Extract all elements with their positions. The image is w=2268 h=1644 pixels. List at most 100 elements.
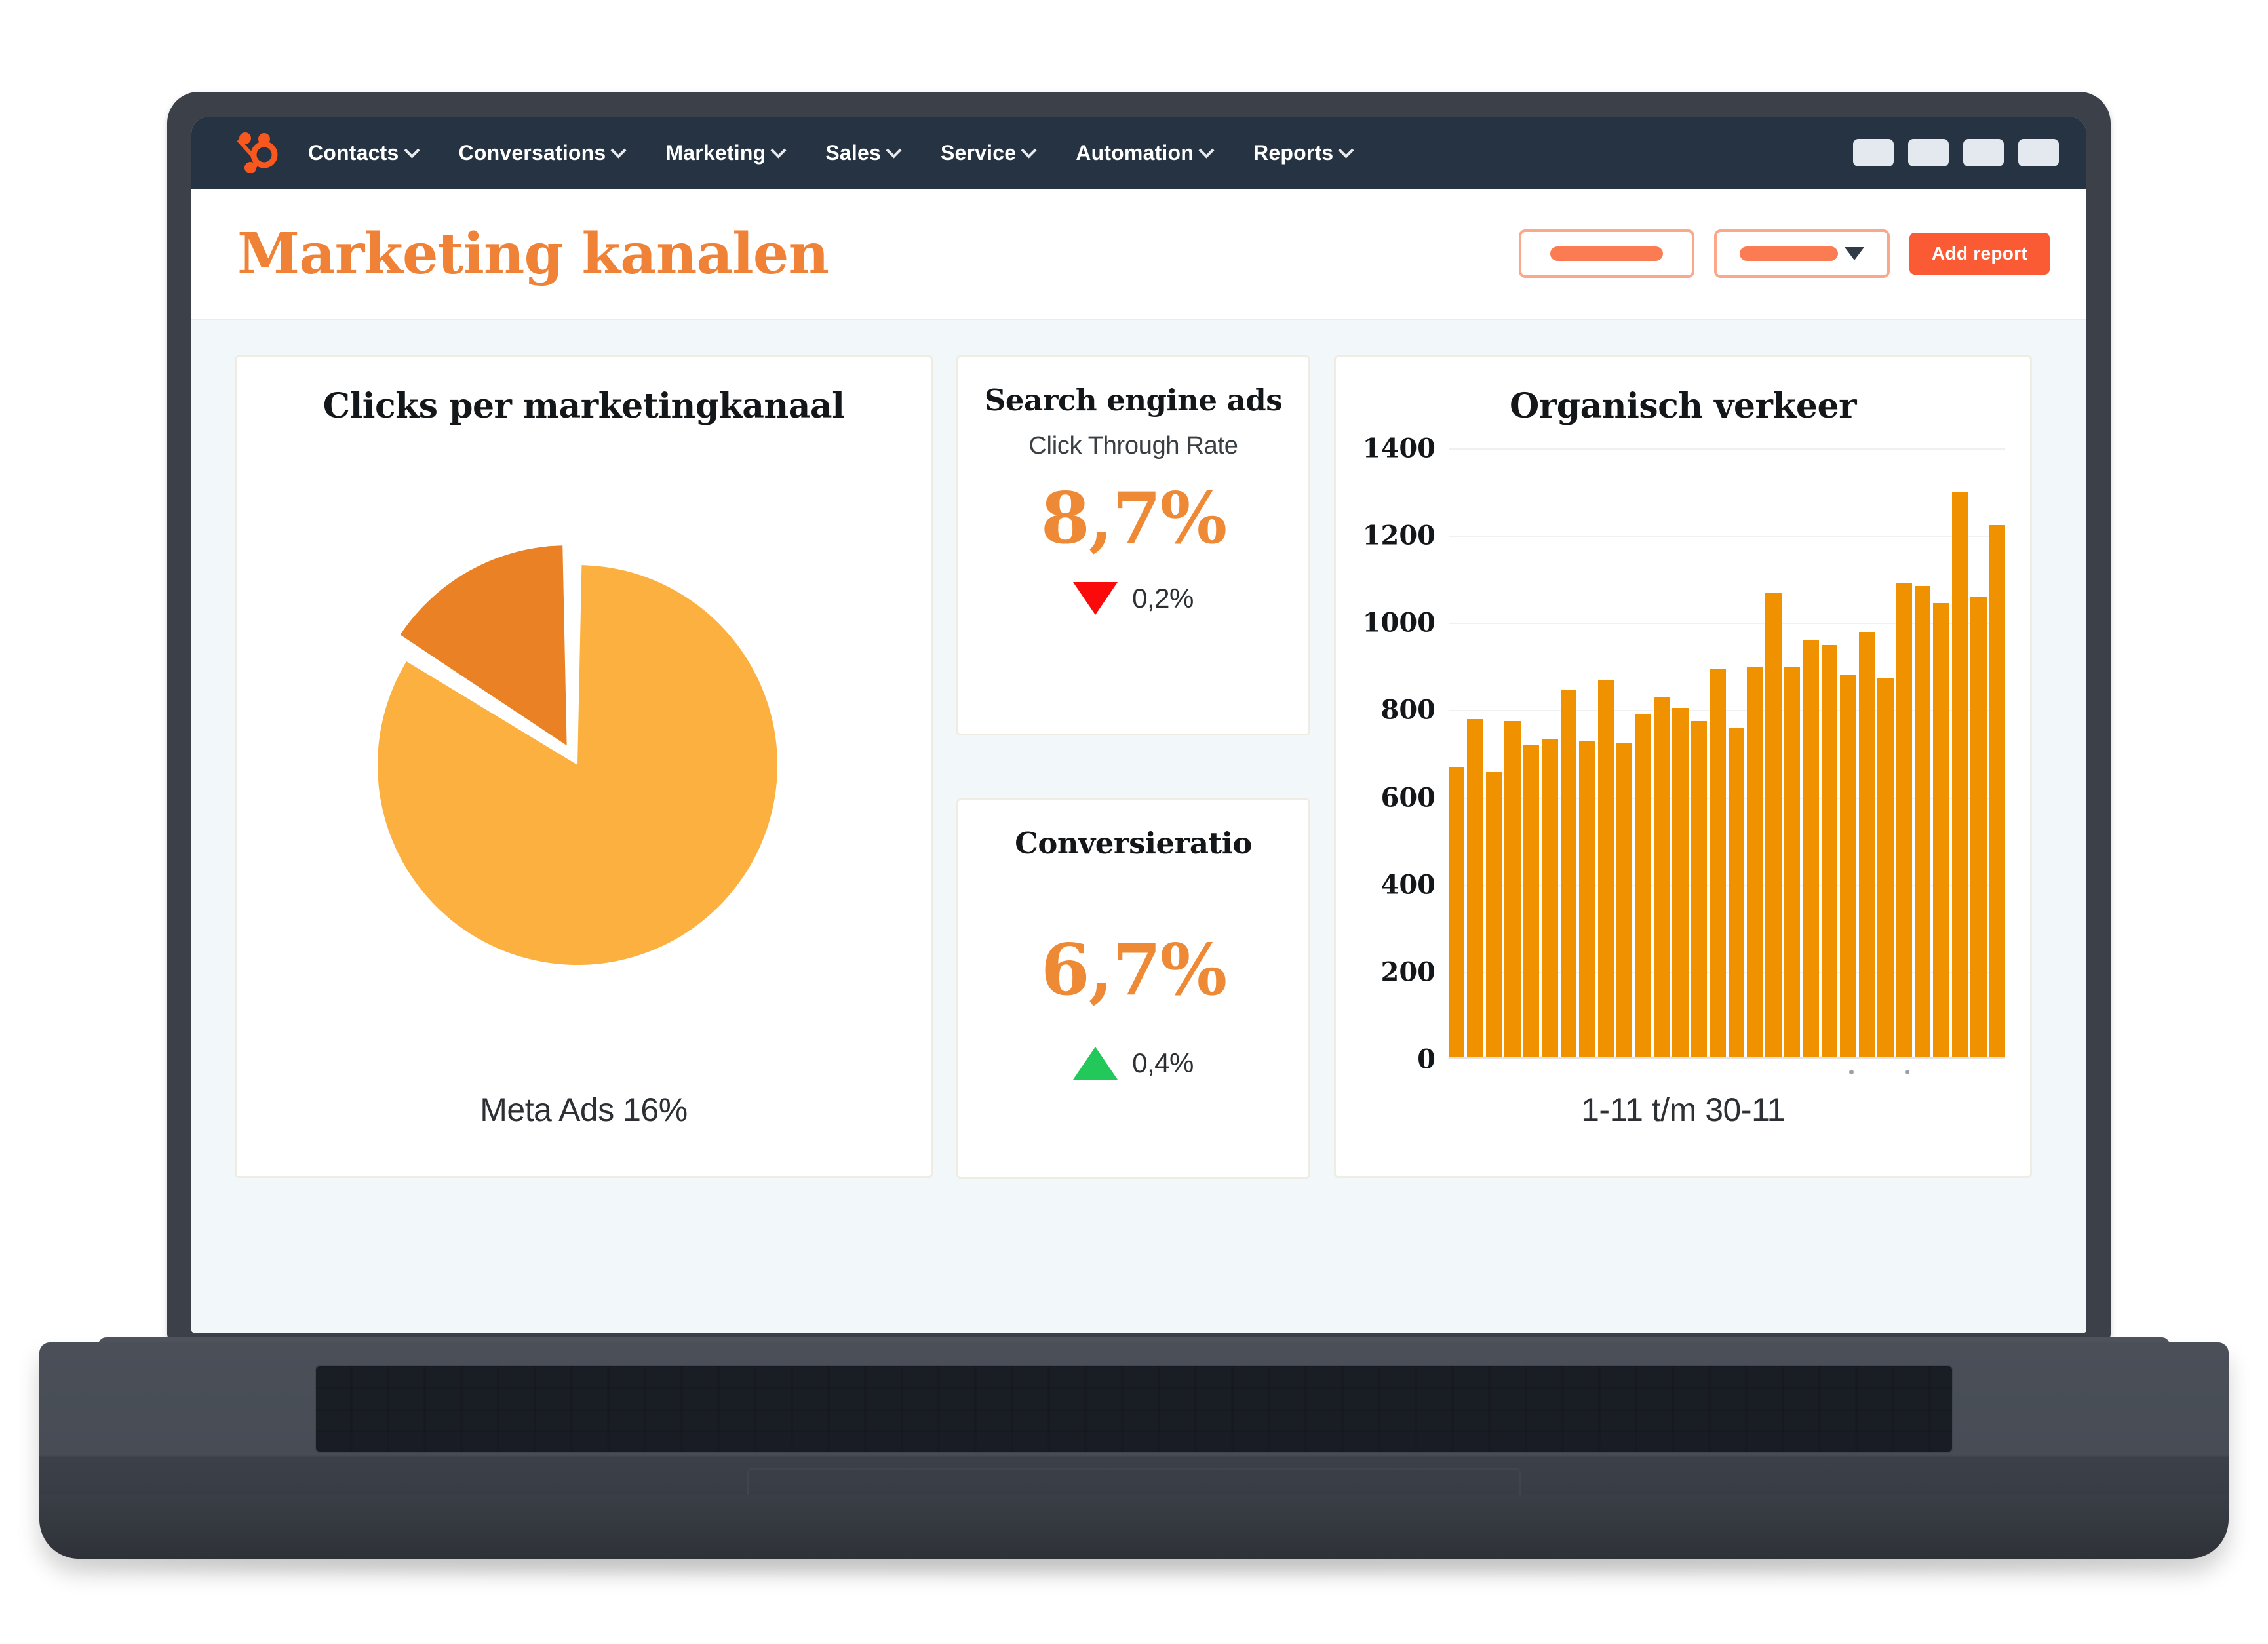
bar xyxy=(1933,603,1949,1059)
triangle-up-icon xyxy=(1073,1046,1118,1080)
window-control-button[interactable] xyxy=(1908,139,1949,166)
hubspot-logo-icon[interactable] xyxy=(237,132,281,174)
conversion-value: 6,7% xyxy=(1040,928,1228,1011)
search-engine-ads-card: Search engine ads Click Through Rate 8,7… xyxy=(956,355,1310,735)
bar xyxy=(1970,597,1987,1059)
ctr-delta: 0,2% xyxy=(1073,581,1194,615)
y-axis-tick-label: 400 xyxy=(1380,869,1436,901)
window-control-button[interactable] xyxy=(1963,139,2004,166)
bar xyxy=(1821,644,1838,1059)
page-title: Marketing kanalen xyxy=(237,220,829,287)
bar xyxy=(1747,666,1763,1059)
y-axis-tick-label: 1200 xyxy=(1362,520,1436,551)
y-axis-tick-label: 0 xyxy=(1417,1044,1436,1075)
ctr-card-title: Search engine ads xyxy=(984,383,1283,418)
pie-chart xyxy=(256,426,911,1091)
conversion-delta-value: 0,4% xyxy=(1132,1047,1194,1078)
conversieratio-card: Conversieratio 6,7% 0,4% xyxy=(956,798,1310,1179)
laptop-keyboard xyxy=(315,1365,1953,1453)
nav-item-contacts[interactable]: Contacts xyxy=(308,141,418,165)
nav-item-label: Contacts xyxy=(308,140,399,165)
ctr-value: 8,7% xyxy=(1040,477,1228,560)
chevron-down-icon xyxy=(613,145,625,157)
bar xyxy=(1951,492,1968,1059)
conversion-delta: 0,4% xyxy=(1073,1046,1194,1080)
y-axis-tick-label: 1400 xyxy=(1362,433,1436,464)
clicks-per-channel-card: Clicks per marketingkanaal Meta Ads 16% xyxy=(235,355,933,1178)
bar xyxy=(1467,718,1483,1059)
laptop-screen: Contacts Conversations Marketing Sales S… xyxy=(191,117,2086,1333)
organisch-verkeer-card: Organisch verkeer 0 200 400 600 800 1000 1200 1… xyxy=(1334,355,2032,1178)
laptop-base-front xyxy=(39,1495,2229,1559)
bar-card-title: Organisch verkeer xyxy=(1510,386,1856,426)
conversion-card-title: Conversieratio xyxy=(1015,826,1252,861)
chevron-down-icon xyxy=(888,145,900,157)
laptop-lid: Contacts Conversations Marketing Sales S… xyxy=(167,92,2111,1341)
x-axis-tick-dot xyxy=(1905,1070,1910,1074)
pie-chart-svg xyxy=(377,545,777,965)
ctr-card-subtitle: Click Through Rate xyxy=(1028,431,1238,460)
bar xyxy=(1784,666,1801,1059)
filter-button[interactable] xyxy=(1518,229,1694,278)
bar xyxy=(1560,690,1577,1059)
bar xyxy=(1691,721,1708,1059)
pie-card-title: Clicks per marketingkanaal xyxy=(323,386,845,426)
y-axis-labels: 0 200 400 600 800 1000 1200 1400 xyxy=(1358,433,1436,1075)
dropdown-select[interactable] xyxy=(1713,229,1890,278)
nav-item-label: Automation xyxy=(1076,140,1194,165)
nav-item-reports[interactable]: Reports xyxy=(1253,141,1352,165)
caret-down-icon xyxy=(1844,247,1864,260)
bar xyxy=(1877,677,1894,1059)
page-header: Marketing kanalen Add report xyxy=(191,189,2086,320)
bar xyxy=(1579,741,1595,1059)
nav-item-conversations[interactable]: Conversations xyxy=(459,141,625,165)
triangle-down-icon xyxy=(1073,581,1118,615)
bar xyxy=(1542,738,1558,1059)
bar xyxy=(1914,585,1931,1059)
chevron-down-icon xyxy=(773,145,785,157)
chevron-down-icon xyxy=(1201,145,1213,157)
dashboard-grid: Clicks per marketingkanaal Meta Ads 16% … xyxy=(191,320,2086,1333)
y-axis-tick-label: 800 xyxy=(1380,694,1436,726)
pie-caption: Meta Ads 16% xyxy=(480,1091,688,1128)
ctr-delta-value: 0,2% xyxy=(1132,582,1194,614)
chevron-down-icon xyxy=(1023,145,1035,157)
kpi-column: Search engine ads Click Through Rate 8,7… xyxy=(956,355,1310,1179)
x-axis-line xyxy=(1449,1057,2005,1059)
nav-item-label: Reports xyxy=(1253,140,1334,165)
bar xyxy=(1597,679,1614,1059)
bar xyxy=(1449,766,1465,1059)
nav-item-label: Sales xyxy=(825,140,881,165)
bar xyxy=(1635,714,1651,1059)
nav-item-label: Conversations xyxy=(458,140,606,165)
nav-item-label: Marketing xyxy=(665,140,766,165)
y-axis-tick-label: 1000 xyxy=(1362,607,1436,638)
header-actions: Add report xyxy=(1518,229,2050,278)
window-control-button[interactable] xyxy=(2018,139,2059,166)
bar xyxy=(1728,728,1744,1059)
x-axis-tick-dot xyxy=(1849,1070,1854,1074)
bar xyxy=(1616,743,1633,1059)
chevron-down-icon xyxy=(1340,145,1352,157)
bar xyxy=(1765,592,1782,1059)
window-control-button[interactable] xyxy=(1853,139,1894,166)
add-report-button[interactable]: Add report xyxy=(1909,233,2050,275)
bar xyxy=(1989,524,2006,1059)
bar xyxy=(1840,675,1856,1059)
app-navbar: Contacts Conversations Marketing Sales S… xyxy=(191,117,2086,189)
bar xyxy=(1523,745,1540,1059)
window-controls xyxy=(1853,139,2059,166)
nav-item-marketing[interactable]: Marketing xyxy=(665,141,785,165)
bar xyxy=(1803,640,1819,1059)
nav-item-sales[interactable]: Sales xyxy=(825,141,900,165)
bar-chart: 0 200 400 600 800 1000 1200 1400 xyxy=(1358,433,2008,1075)
nav-items: Contacts Conversations Marketing Sales S… xyxy=(308,141,1352,165)
nav-item-automation[interactable]: Automation xyxy=(1076,141,1213,165)
nav-item-service[interactable]: Service xyxy=(941,141,1035,165)
x-axis-ticks xyxy=(1449,1066,2005,1079)
bar xyxy=(1672,708,1689,1059)
bar xyxy=(1710,669,1726,1059)
chevron-down-icon xyxy=(406,145,418,157)
filter-button-placeholder-bar xyxy=(1550,246,1663,261)
plot-area xyxy=(1449,448,2006,1059)
